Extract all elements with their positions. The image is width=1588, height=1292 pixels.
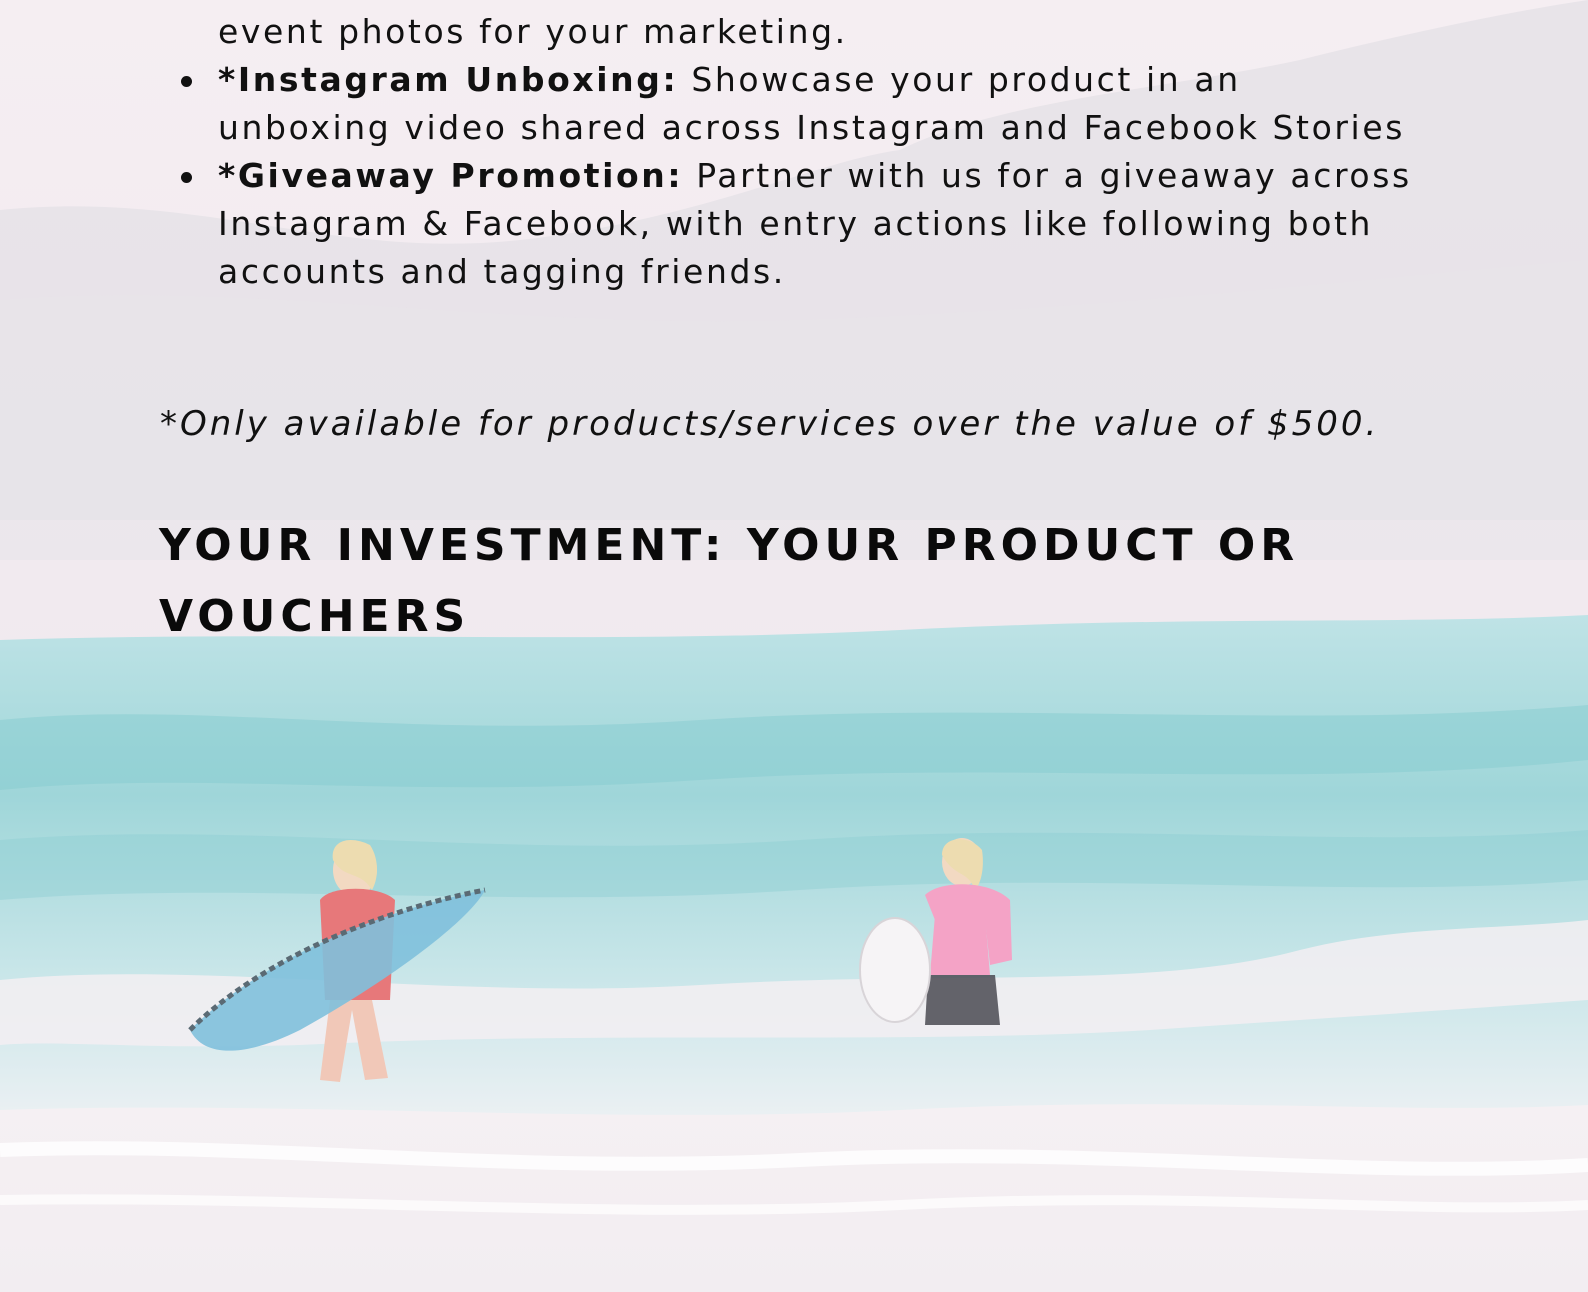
offer-list: *Instagram Unboxing: Showcase your produ…: [176, 56, 1418, 296]
list-fragment: event photos for your marketing.: [218, 12, 848, 51]
list-item-title: *Giveaway Promotion:: [218, 156, 684, 195]
section-heading: YOUR INVESTMENT: YOUR PRODUCT OR VOUCHER…: [159, 520, 1300, 642]
list-item: *Giveaway Promotion: Partner with us for…: [181, 152, 1418, 296]
page-content: event photos for your marketing. *Instag…: [0, 0, 1588, 1292]
list-item: *Instagram Unboxing: Showcase your produ…: [181, 56, 1418, 152]
bullet-icon: [181, 172, 192, 183]
list-item-title: *Instagram Unboxing:: [218, 60, 679, 99]
bullet-icon: [181, 76, 192, 87]
footnote: *Only available for products/services ov…: [160, 404, 1380, 444]
